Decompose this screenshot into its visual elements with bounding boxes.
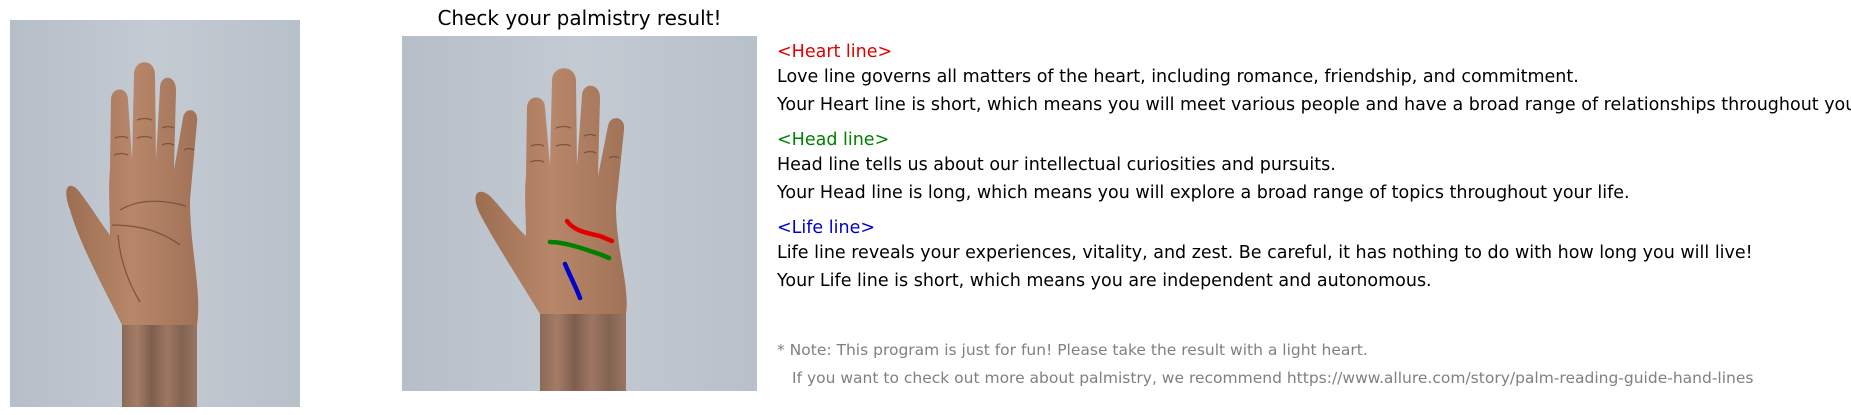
heart-line-description: Love line governs all matters of the hea… [777, 67, 1579, 87]
life-line-description: Life line reveals your experiences, vita… [777, 243, 1753, 263]
life-line-heading: <Life line> [777, 218, 876, 238]
heart-line-section: <Heart line> Love line governs all matte… [777, 40, 1851, 119]
annotated-palm-icon [402, 36, 757, 391]
fun-note: * Note: This program is just for fun! Pl… [777, 341, 1368, 359]
life-line-section: <Life line> Life line reveals your exper… [777, 216, 1847, 295]
heart-line-result: Your Heart line is short, which means yo… [777, 94, 1851, 115]
life-line-result: Your Life line is short, which means you… [777, 270, 1432, 291]
head-line-result: Your Head line is long, which means you … [777, 182, 1630, 203]
reference-note: If you want to check out more about palm… [792, 369, 1754, 387]
head-line-description: Head line tells us about our intellectua… [777, 155, 1336, 175]
page-title: Check your palmistry result! [437, 6, 722, 30]
heart-line-heading: <Heart line> [777, 42, 893, 62]
head-line-heading: <Head line> [777, 130, 890, 150]
hand-photo-icon [10, 20, 300, 407]
notes: * Note: This program is just for fun! Pl… [777, 336, 1753, 392]
results-panel: <Heart line> Love line governs all matte… [777, 40, 1851, 304]
head-line-section: <Head line> Head line tells us about our… [777, 128, 1847, 207]
